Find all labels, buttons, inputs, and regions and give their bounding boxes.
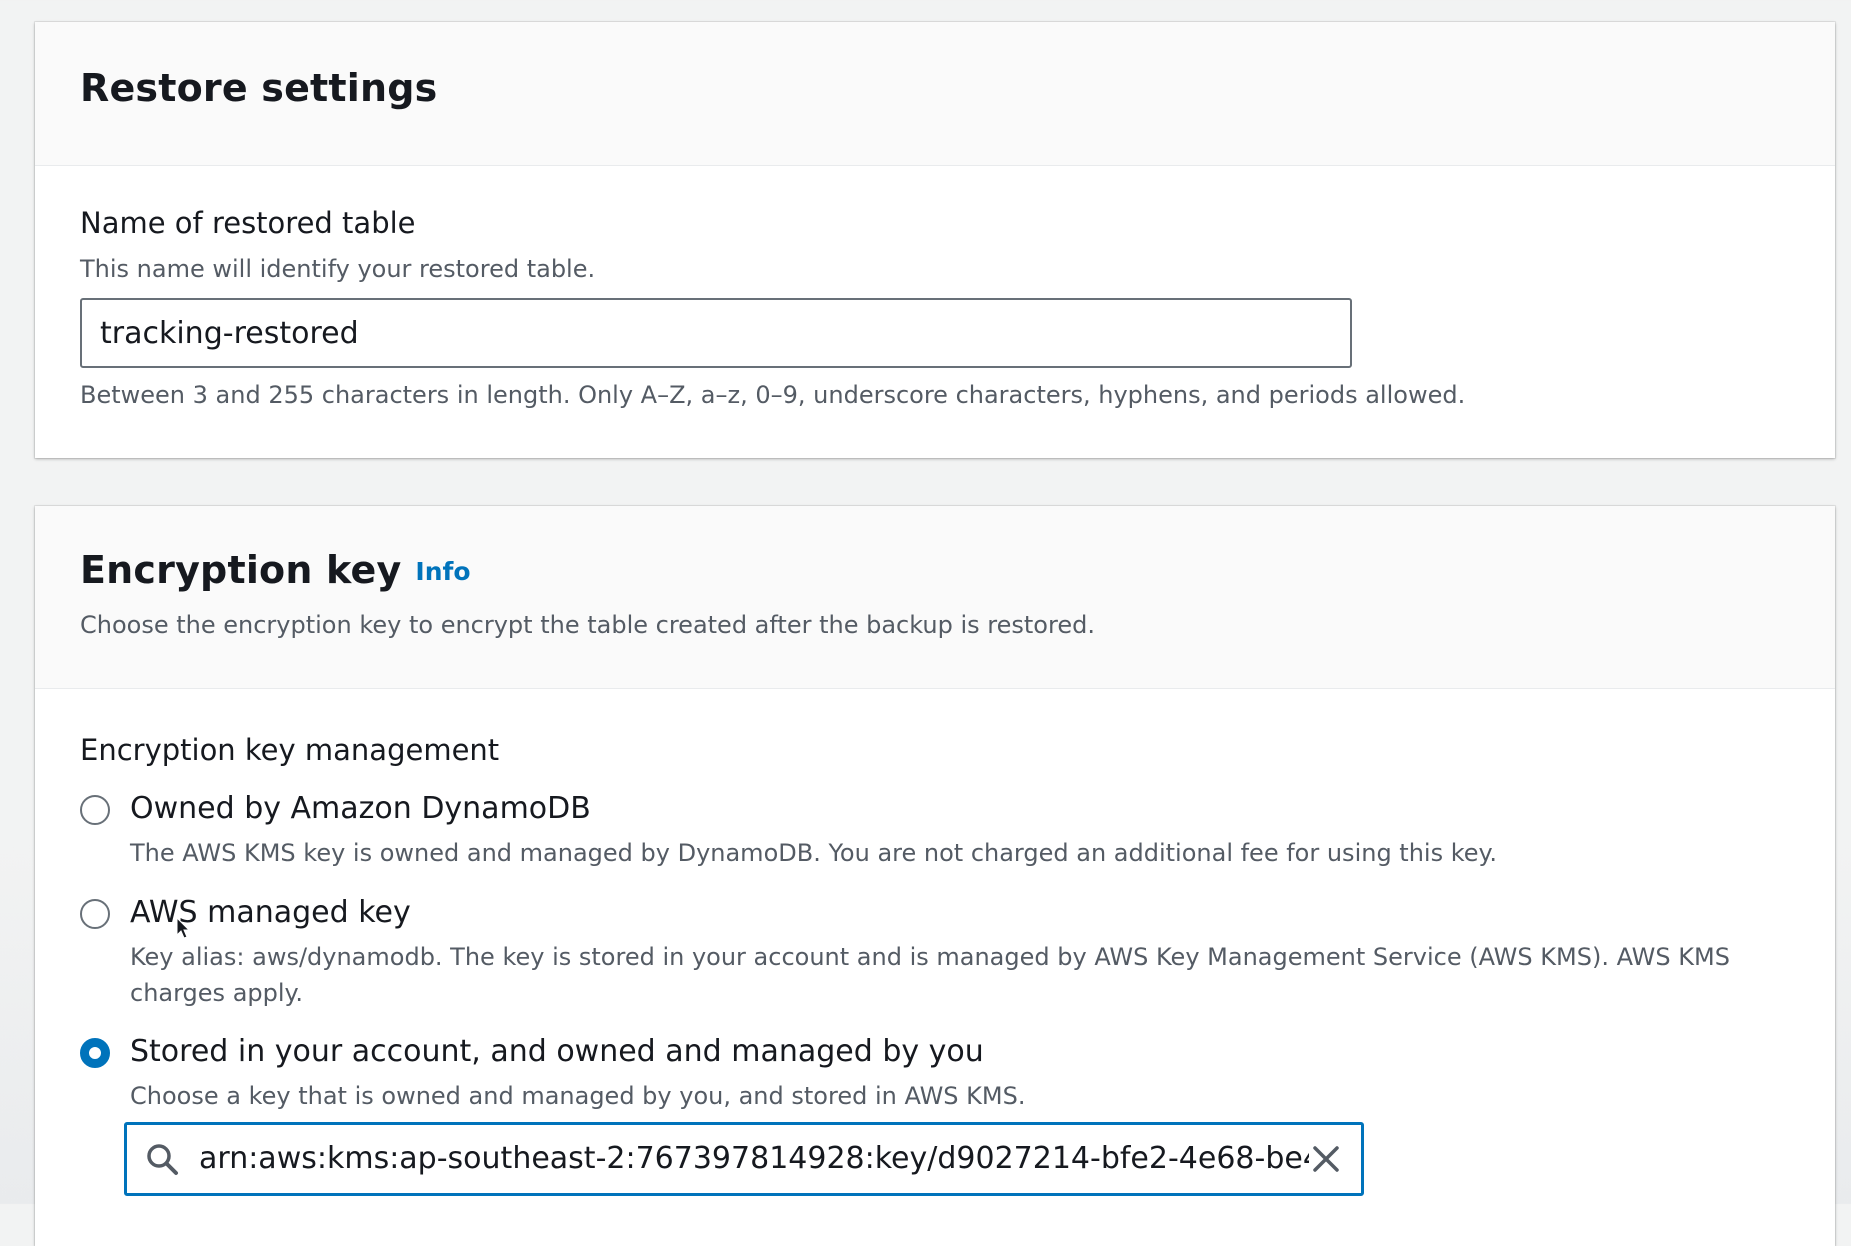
encryption-key-header: [35, 506, 1835, 689]
radio-owned-by-dynamodb[interactable]: [80, 795, 110, 825]
table-name-input[interactable]: [80, 298, 1352, 368]
encryption-key-title: Encryption key: [80, 548, 402, 592]
encryption-key-title-row: Encryption key Info: [80, 548, 471, 592]
info-link[interactable]: Info: [415, 557, 470, 586]
radio-label-owned-by-dynamodb[interactable]: Owned by Amazon DynamoDB: [130, 791, 591, 826]
key-management-label: Encryption key management: [80, 733, 500, 767]
radio-desc-owned-by-dynamodb: The AWS KMS key is owned and managed by …: [130, 839, 1497, 867]
table-name-description: This name will identify your restored ta…: [80, 255, 596, 283]
close-icon[interactable]: [1309, 1142, 1343, 1176]
kms-key-arn-text: arn:aws:kms:ap-southeast-2:767397814928:…: [199, 1141, 1309, 1176]
radio-aws-managed-key[interactable]: [80, 899, 110, 929]
kms-key-search-value[interactable]: arn:aws:kms:ap-southeast-2:767397814928:…: [199, 1140, 1309, 1178]
table-name-constraint: Between 3 and 255 characters in length. …: [80, 381, 1466, 409]
table-name-label: Name of restored table: [80, 206, 416, 240]
radio-desc-aws-managed-key: Key alias: aws/dynamodb. The key is stor…: [130, 943, 1730, 1007]
radio-customer-managed-key[interactable]: [80, 1038, 110, 1068]
restore-settings-title: Restore settings: [80, 66, 438, 110]
search-icon: [147, 1144, 178, 1175]
encryption-key-description: Choose the encryption key to encrypt the…: [80, 611, 1095, 639]
kms-key-search-input[interactable]: arn:aws:kms:ap-southeast-2:767397814928:…: [124, 1122, 1364, 1196]
radio-desc-customer-managed-key: Choose a key that is owned and managed b…: [130, 1082, 1026, 1110]
radio-label-aws-managed-key[interactable]: AWS managed key: [130, 895, 411, 930]
mouse-cursor-icon: [176, 917, 190, 939]
radio-label-customer-managed-key[interactable]: Stored in your account, and owned and ma…: [130, 1034, 984, 1069]
